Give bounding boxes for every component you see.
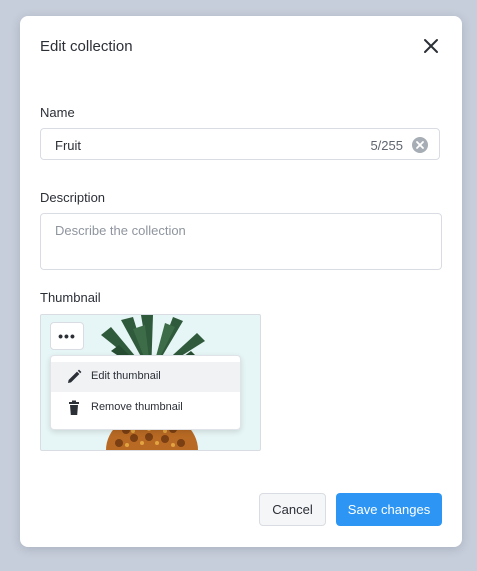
close-icon[interactable]	[422, 37, 440, 55]
menu-item-remove-thumbnail[interactable]: Remove thumbnail	[51, 393, 240, 423]
save-changes-button[interactable]: Save changes	[336, 493, 442, 526]
menu-item-label: Edit thumbnail	[91, 370, 161, 382]
thumbnail-menu: Edit thumbnail Remove thumbnail	[50, 355, 241, 430]
trash-icon	[66, 400, 82, 416]
menu-item-label: Remove thumbnail	[91, 401, 183, 413]
name-field[interactable]: Fruit 5/255	[40, 128, 440, 160]
more-options-button[interactable]: •••	[50, 322, 84, 350]
cancel-button[interactable]: Cancel	[259, 493, 326, 526]
menu-item-edit-thumbnail[interactable]: Edit thumbnail	[51, 362, 240, 392]
edit-collection-dialog: Edit collection Name Fruit 5/255 Descrip…	[20, 16, 462, 547]
clear-icon[interactable]	[412, 137, 428, 153]
character-count: 5/255	[370, 138, 403, 153]
thumbnail-label: Thumbnail	[40, 290, 101, 305]
description-label: Description	[40, 190, 106, 205]
description-field[interactable]	[40, 213, 442, 270]
name-value: Fruit	[55, 138, 81, 153]
pencil-icon	[66, 369, 82, 385]
name-label: Name	[40, 105, 75, 120]
dialog-title: Edit collection	[40, 38, 133, 55]
